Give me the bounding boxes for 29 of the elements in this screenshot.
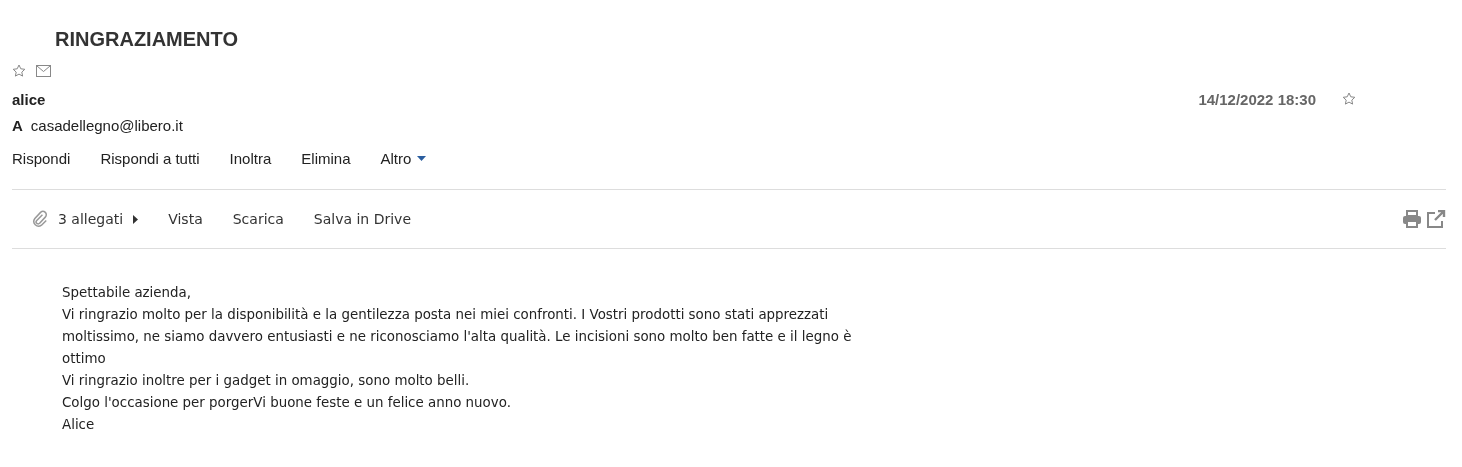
toolbar-action[interactable]: Inoltra <box>229 149 272 167</box>
body-text-line: Spettabile azienda, <box>62 284 193 302</box>
attachments-toggle[interactable]: 3 allegati <box>58 211 139 227</box>
toolbar-action[interactable]: Elimina <box>301 149 351 167</box>
attachment-action[interactable]: Salva in Drive <box>313 211 412 227</box>
toolbar-action[interactable]: Rispondi a tutti <box>100 149 200 167</box>
toolbar-action[interactable]: Rispondi <box>12 149 71 167</box>
star-icon[interactable] <box>1342 92 1356 106</box>
body-text-line: Alice <box>62 416 96 434</box>
external-link-icon[interactable] <box>1426 210 1446 228</box>
body-text-line: moltissimo, ne siamo davvero entusiasti e ne riconosciamo l'alta qualità. Le incisioni sono molto ben fatte e il legno è <box>62 328 853 346</box>
body-text-line: Colgo l'occasione per porgerVi buone feste e un felice anno nuovo. <box>62 394 512 412</box>
more-menu[interactable]: Altro <box>380 149 427 167</box>
envelope-icon[interactable] <box>36 65 51 77</box>
caret-icon <box>133 214 139 224</box>
paperclip-icon <box>32 210 48 228</box>
attachment-action[interactable]: Vista <box>168 211 203 227</box>
body-text-line: ottimo <box>62 350 107 368</box>
recipient-label: A <box>12 117 23 134</box>
email-subject: RINGRAZIAMENTO <box>55 27 239 51</box>
caret-icon <box>417 155 427 161</box>
print-icon[interactable] <box>1402 210 1422 228</box>
email-date: 14/12/2022 18:30 <box>1198 90 1316 108</box>
body-text-line: Vi ringrazio inoltre per i gadget in omaggio, sono molto belli. <box>62 372 471 390</box>
recipient-address: casadellegno@libero.it <box>30 117 183 134</box>
sender-name: alice <box>12 90 46 108</box>
attachment-action[interactable]: Scarica <box>232 211 284 227</box>
star-icon[interactable] <box>12 64 26 78</box>
body-text-line: Vi ringrazio molto per la disponibilità e la gentilezza posta nei miei confronti. I Vostri prodotti sono stati apprezzati <box>62 306 830 324</box>
